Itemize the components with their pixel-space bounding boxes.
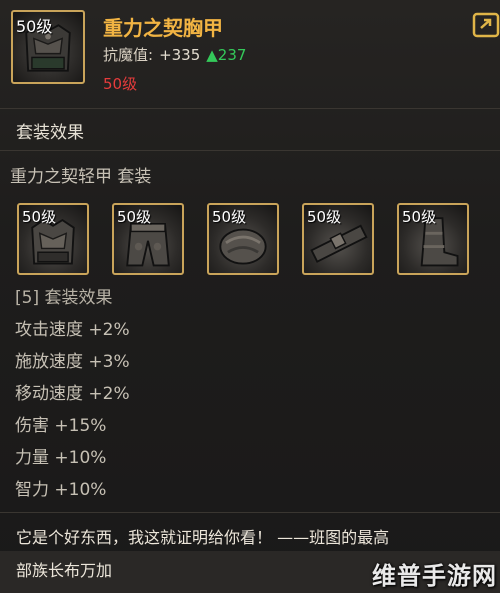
set-effect-item: 智力 +10% bbox=[15, 480, 107, 500]
set-piece-level-tag: 50级 bbox=[22, 208, 57, 226]
header-divider bbox=[0, 108, 500, 109]
resist-increase: ▲237 bbox=[206, 46, 247, 64]
set-effect-item: 攻击速度 +2% bbox=[15, 320, 130, 340]
set-effect-item: 力量 +10% bbox=[15, 448, 107, 468]
set-effect-item: 施放速度 +3% bbox=[15, 352, 130, 372]
set-effect-item: 伤害 +15% bbox=[15, 416, 107, 436]
set-effect-header: [5] 套装效果 bbox=[15, 288, 113, 308]
set-piece-shoulder[interactable]: 50级 bbox=[207, 203, 279, 275]
set-piece-belt[interactable]: 50级 bbox=[302, 203, 374, 275]
item-tooltip-panel: 50级 重力之契胸甲 抗魔值: +335 ▲237 50级 套装效果 重力之契轻甲 … bbox=[0, 0, 500, 593]
item-header: 50级 重力之契胸甲 抗魔值: +335 ▲237 50级 bbox=[0, 0, 500, 108]
item-name: 重力之契胸甲 bbox=[103, 16, 223, 40]
required-level: 50级 bbox=[103, 75, 138, 93]
set-name: 重力之契轻甲 套装 bbox=[10, 167, 152, 187]
set-piece-boots[interactable]: 50级 bbox=[397, 203, 469, 275]
expand-icon[interactable] bbox=[472, 12, 500, 38]
set-piece-pants[interactable]: 50级 bbox=[112, 203, 184, 275]
set-effect-item: 移动速度 +2% bbox=[15, 384, 130, 404]
flavor-text-line-1: 它是个好东西，我这就证明给你看！ ——班图的最高 bbox=[16, 528, 390, 547]
set-piece-level-tag: 50级 bbox=[307, 208, 342, 226]
resist-label: 抗魔值: bbox=[103, 46, 154, 64]
item-level-tag: 50级 bbox=[16, 17, 53, 36]
section-divider bbox=[0, 150, 500, 151]
resist-value: +335 bbox=[159, 46, 201, 64]
set-piece-level-tag: 50级 bbox=[117, 208, 152, 226]
set-piece-level-tag: 50级 bbox=[212, 208, 247, 226]
set-section-title: 套装效果 bbox=[16, 123, 84, 143]
resist-stat-row: 抗魔值: +335 ▲237 bbox=[103, 44, 246, 65]
flavor-text-line-2: 部族长布万加 bbox=[16, 561, 113, 580]
set-piece-chest[interactable]: 50级 bbox=[17, 203, 89, 275]
item-icon-slot[interactable]: 50级 bbox=[11, 10, 85, 84]
flavor-divider bbox=[0, 512, 500, 513]
set-pieces-row: 50级 50级 50级 50级 50级 bbox=[17, 203, 477, 275]
watermark-text: 维普手游网 bbox=[372, 562, 497, 590]
set-piece-level-tag: 50级 bbox=[402, 208, 437, 226]
